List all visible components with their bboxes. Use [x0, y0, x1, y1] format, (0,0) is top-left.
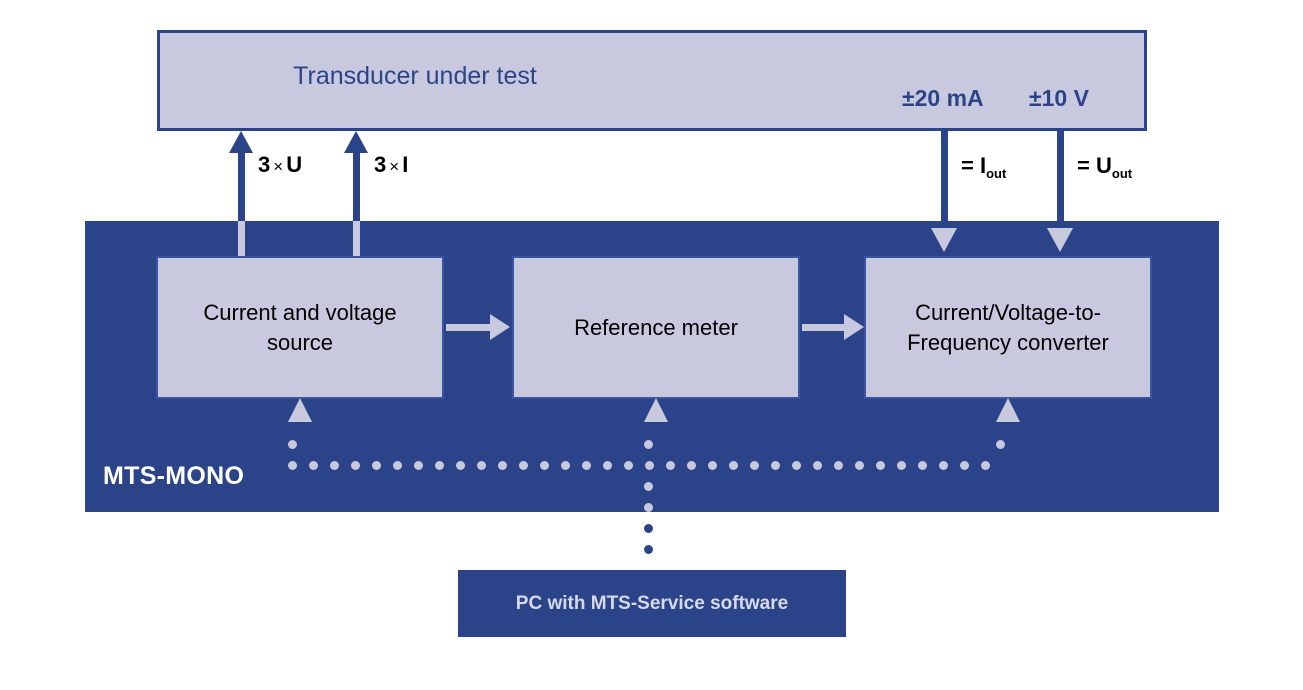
control-bus-arrow-to-converter: [996, 398, 1020, 422]
transducer-title: Transducer under test: [293, 62, 537, 90]
control-bus-dot: [455, 460, 465, 470]
label-i-out: = Iout: [961, 153, 1007, 181]
module-box-reference-meter[interactable]: Reference meter: [512, 256, 800, 399]
connector-3u-line-outside: [238, 152, 245, 222]
label-u-out: = Uout: [1077, 153, 1133, 181]
control-bus-dot: [643, 481, 653, 491]
control-bus-dot: [770, 460, 780, 470]
connector-3u-line-inside: [238, 221, 245, 261]
control-bus-dot: [980, 460, 990, 470]
label-3u-times-icon: ×: [273, 157, 284, 176]
control-bus-dot: [812, 460, 822, 470]
control-bus-dot: [623, 460, 633, 470]
control-bus-dot: [875, 460, 885, 470]
control-bus-dot: [643, 523, 653, 533]
control-bus-dot: [686, 460, 696, 470]
control-bus-dot: [434, 460, 444, 470]
pc-with-mts-service-software-box[interactable]: PC with MTS-Service software: [458, 570, 846, 637]
control-bus-dot: [995, 439, 1005, 449]
control-bus-dot: [707, 460, 717, 470]
connector-uout-arrowhead: [1047, 228, 1073, 252]
control-bus-dot: [643, 502, 653, 512]
control-bus-dot: [643, 544, 653, 554]
control-bus-dot: [938, 460, 948, 470]
control-bus-dot: [749, 460, 759, 470]
label-3-times-u: 3 × U: [258, 152, 302, 178]
diagram-canvas: Transducer under test ±20 mA ±10 V MTS-M…: [0, 0, 1303, 690]
control-bus-dot: [329, 460, 339, 470]
connector-iout-arrowhead: [931, 228, 957, 252]
connector-3i-line-inside: [353, 221, 360, 261]
module-box-current-voltage-to-frequency-converter[interactable]: Current/Voltage-to-Frequency converter: [864, 256, 1152, 399]
signal-arrow-reference-to-converter-head: [844, 314, 864, 340]
connector-iout-line: [941, 131, 948, 241]
control-bus-arrow-to-source: [288, 398, 312, 422]
label-uout-equals: =: [1077, 153, 1090, 178]
control-bus-dot: [497, 460, 507, 470]
label-3i-times-icon: ×: [389, 157, 400, 176]
control-bus-dot: [602, 460, 612, 470]
control-bus-dot: [476, 460, 486, 470]
control-bus-dot: [518, 460, 528, 470]
label-3u-number: 3: [258, 152, 271, 177]
connector-3u-arrowhead: [229, 131, 253, 153]
control-bus-dot: [791, 460, 801, 470]
control-bus-dot: [413, 460, 423, 470]
signal-arrow-reference-to-converter-shaft: [802, 324, 846, 331]
label-3i-number: 3: [374, 152, 387, 177]
label-iout-subscript: out: [986, 166, 1007, 181]
transducer-current-range-label: ±20 mA: [902, 85, 984, 111]
signal-arrow-source-to-reference-shaft: [446, 324, 492, 331]
connector-uout-line: [1057, 131, 1064, 241]
label-iout-equals: =: [961, 153, 974, 178]
label-uout-subscript: out: [1111, 166, 1133, 181]
control-bus-dot: [350, 460, 360, 470]
control-bus-arrow-to-reference: [644, 398, 668, 422]
signal-arrow-source-to-reference-head: [490, 314, 510, 340]
control-bus-dot: [644, 460, 654, 470]
label-3u-unit: U: [286, 152, 303, 177]
label-3i-unit: I: [402, 152, 409, 177]
control-bus-dot: [959, 460, 969, 470]
transducer-voltage-range-label: ±10 V: [1029, 85, 1089, 111]
connector-3i-arrowhead: [344, 131, 368, 153]
control-bus-dot: [833, 460, 843, 470]
control-bus-dot: [917, 460, 927, 470]
control-bus-dot: [854, 460, 864, 470]
control-bus-dot: [287, 439, 297, 449]
control-bus-dot: [392, 460, 402, 470]
control-bus-dot: [287, 460, 297, 470]
control-bus-dot: [728, 460, 738, 470]
control-bus-dot: [665, 460, 675, 470]
mts-mono-label: MTS-MONO: [103, 462, 245, 490]
control-bus-dot: [643, 439, 653, 449]
transducer-title-wrap: Transducer under test: [175, 62, 655, 91]
control-bus-dot: [371, 460, 381, 470]
control-bus-dot: [308, 460, 318, 470]
label-3-times-i: 3 × I: [374, 152, 408, 178]
control-bus-dot: [539, 460, 549, 470]
connector-3i-line-outside: [353, 152, 360, 222]
label-uout-symbol: U: [1095, 153, 1112, 178]
control-bus-dot: [581, 460, 591, 470]
module-box-current-and-voltage-source[interactable]: Current and voltage source: [156, 256, 444, 399]
control-bus-dot: [560, 460, 570, 470]
control-bus-dot: [896, 460, 906, 470]
